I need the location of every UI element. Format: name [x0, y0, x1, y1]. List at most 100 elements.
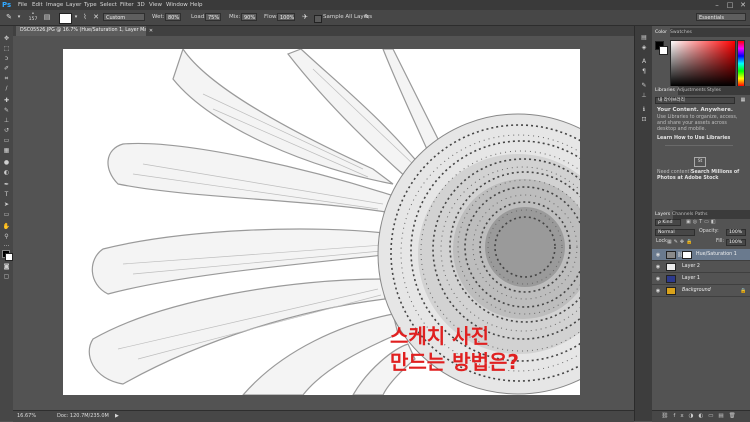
marquee-icon[interactable]: ⬚: [1, 44, 12, 53]
menu-view[interactable]: View: [149, 0, 162, 10]
fill-field[interactable]: 100%: [726, 239, 746, 246]
path-select-icon[interactable]: ➤: [1, 200, 12, 209]
mode-select[interactable]: Custom: [103, 13, 145, 21]
menu-layer[interactable]: Layer: [66, 0, 81, 10]
menu-image[interactable]: Image: [46, 0, 63, 10]
brush-preset-picker[interactable]: • 157: [25, 12, 41, 23]
eye-icon[interactable]: ◉: [655, 285, 661, 297]
menu-3d[interactable]: 3D: [137, 0, 145, 10]
history-panel-icon[interactable]: ▤: [639, 34, 649, 42]
pressure-icon[interactable]: ✎: [362, 12, 372, 23]
eye-icon[interactable]: ◉: [655, 273, 661, 285]
document-canvas[interactable]: [63, 49, 580, 395]
minimize-icon[interactable]: –: [711, 0, 723, 10]
more-tools-icon[interactable]: …: [1, 240, 12, 249]
healing-icon[interactable]: ✚: [1, 96, 12, 105]
workspace-select[interactable]: Essentials: [696, 13, 746, 21]
menu-filter[interactable]: Filter: [120, 0, 134, 10]
menu-edit[interactable]: Edit: [32, 0, 43, 10]
clone-source-icon[interactable]: ⊥: [639, 92, 649, 100]
crop-icon[interactable]: ⌗: [1, 74, 12, 83]
tab-paths[interactable]: Paths: [692, 210, 711, 219]
flow-field[interactable]: 100%: [277, 13, 295, 21]
quick-select-icon[interactable]: ✐: [1, 64, 12, 73]
background-color[interactable]: [5, 253, 13, 261]
blur-icon[interactable]: ●: [1, 158, 12, 167]
info-panel-icon[interactable]: ℹ: [639, 106, 649, 114]
chevron-down-icon[interactable]: ▾: [14, 12, 24, 23]
layer-row[interactable]: ◉ Layer 1: [652, 273, 750, 285]
layers-footer-icons[interactable]: ⛓fx◑◐▭▤🗑: [652, 410, 750, 422]
history-brush-icon[interactable]: ↺: [1, 126, 12, 135]
dodge-icon[interactable]: ◐: [1, 168, 12, 177]
hue-slider[interactable]: [737, 40, 745, 87]
layer-name[interactable]: Background: [682, 285, 711, 297]
pen-icon[interactable]: ✒: [1, 180, 12, 189]
lock-icons[interactable]: ▦✎✥🔒: [667, 238, 707, 246]
overlay-title-line1: 스케치 사진: [390, 324, 489, 348]
close-tab-icon[interactable]: ✕: [147, 26, 155, 36]
menu-file[interactable]: File: [18, 0, 27, 10]
menu-select[interactable]: Select: [100, 0, 117, 10]
divider: [665, 145, 733, 146]
brush-panel-icon[interactable]: ✎: [639, 82, 649, 90]
layer-row[interactable]: ◉ Layer 2: [652, 261, 750, 273]
layer-name[interactable]: Hue/Saturation 1: [696, 249, 737, 261]
blend-mode-select[interactable]: Normal: [655, 229, 695, 236]
background-swatch[interactable]: [659, 46, 668, 55]
stock-badge: St: [694, 157, 706, 167]
eye-icon[interactable]: ◉: [655, 261, 661, 273]
lasso-icon[interactable]: ↄ: [1, 54, 12, 63]
gradient-icon[interactable]: ▦: [1, 146, 12, 155]
properties-panel-icon[interactable]: ◈: [639, 44, 649, 52]
menu-window[interactable]: Window: [166, 0, 188, 10]
eraser-icon[interactable]: ▭: [1, 136, 12, 145]
move-icon[interactable]: ✥: [1, 34, 12, 43]
close-icon[interactable]: ✕: [737, 0, 749, 10]
brush-icon[interactable]: ✎: [1, 106, 12, 115]
hand-icon[interactable]: ✋: [1, 222, 12, 231]
layer-name[interactable]: Layer 2: [682, 261, 700, 273]
clone-stamp-icon[interactable]: ⊥: [1, 116, 12, 125]
maximize-icon[interactable]: □: [724, 0, 736, 10]
mixer-brush-icon[interactable]: ✎: [4, 12, 14, 23]
layer-name[interactable]: Layer 1: [682, 273, 700, 285]
opacity-field[interactable]: 100%: [726, 229, 746, 236]
status-arrow-icon[interactable]: ▶: [115, 411, 119, 421]
eyedropper-icon[interactable]: ∕: [1, 84, 12, 93]
wet-field[interactable]: 80%: [165, 13, 181, 21]
document-tab[interactable]: DSC05526.JPG @ 16.7% (Hue/Saturation 1, …: [16, 26, 146, 36]
adobe-stock-link[interactable]: Search Millions of Photos at Adobe Stock: [657, 170, 747, 182]
tab-swatches[interactable]: Swatches: [667, 28, 695, 37]
tab-styles[interactable]: Styles: [704, 86, 724, 95]
menu-help[interactable]: Help: [190, 0, 203, 10]
screen-mode-icon[interactable]: ▢: [1, 272, 12, 281]
layer-filter-icons[interactable]: ▣◎T▭◧: [686, 219, 746, 226]
sample-all-checkbox[interactable]: [314, 15, 322, 23]
character-panel-icon[interactable]: A: [639, 58, 649, 66]
color-picker-field[interactable]: [670, 40, 736, 87]
clean-brush-icon[interactable]: ✕: [91, 12, 101, 23]
eye-icon[interactable]: ◉: [655, 249, 661, 261]
layer-mask-thumb[interactable]: [682, 251, 692, 259]
navigator-icon[interactable]: ⊡: [639, 116, 649, 124]
paragraph-panel-icon[interactable]: ¶: [639, 68, 649, 76]
library-select[interactable]: 내 라이브러리: [655, 97, 735, 104]
learn-libraries-link[interactable]: Learn How to Use Libraries: [657, 136, 747, 142]
layer-row[interactable]: ◉ Background 🔒: [652, 285, 750, 297]
load-field[interactable]: 75%: [205, 13, 221, 21]
airbrush-icon[interactable]: ✈: [300, 12, 310, 23]
layer-row[interactable]: ◉ ⛓ Hue/Saturation 1: [652, 249, 750, 261]
quick-mask-icon[interactable]: ◙: [1, 262, 12, 271]
type-icon[interactable]: T: [1, 190, 12, 199]
rectangle-icon[interactable]: ▭: [1, 210, 12, 219]
load-brush-icon[interactable]: ⌇: [80, 12, 90, 23]
mix-field[interactable]: 90%: [241, 13, 257, 21]
grid-view-icon[interactable]: ▦: [739, 97, 747, 104]
layer-filter-select[interactable]: ρ Kind: [655, 219, 681, 226]
lock-icon: 🔒: [740, 288, 747, 294]
brush-panel-icon[interactable]: ▤: [42, 12, 52, 23]
zoom-level[interactable]: 16.67%: [17, 411, 36, 421]
menu-type[interactable]: Type: [84, 0, 97, 10]
opacity-label: Opacity:: [699, 229, 719, 234]
